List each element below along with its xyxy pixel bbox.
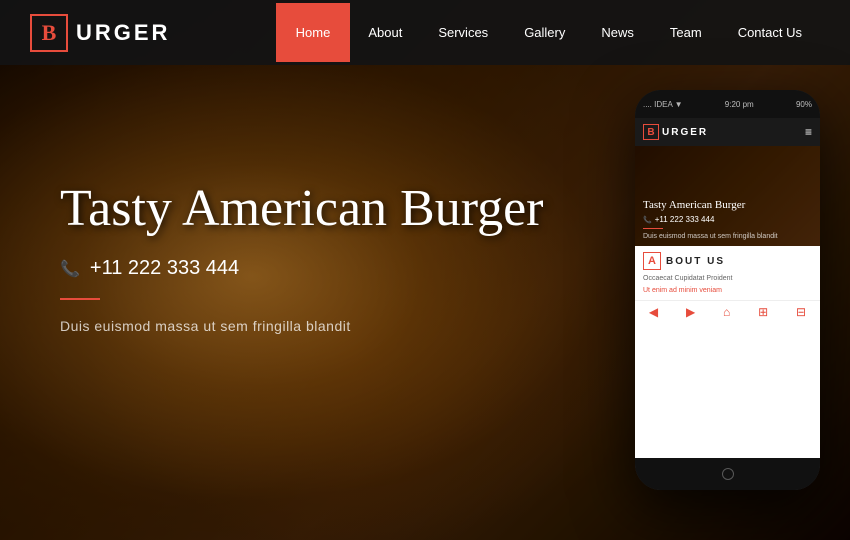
phone-logo-name: URGER [662,127,708,138]
hero-phone-number: +11 222 333 444 [90,257,239,280]
nav-team[interactable]: Team [652,3,720,62]
nav-contact[interactable]: Contact Us [720,3,820,62]
phone-bottom-bar [635,458,820,490]
phone-logo-box: B [643,124,659,140]
hero-divider [60,298,100,300]
phone-hero-title: Tasty American Burger [643,198,812,212]
phone-navbar: B URGER ≡ [635,118,820,146]
phone-bottom-nav: ◀ ▶ ⌂ ⊞ ⊟ [635,300,820,323]
hero-content: Tasty American Burger 📞 +11 222 333 444 … [60,180,544,334]
phone-about-section: A BOUT US Occaecat Cupidatat Proident Ut… [635,246,820,300]
phone-hero-phone-icon: 📞 [643,216,652,224]
phone-mockup: .... IDEA ▼ 9:20 pm 90% B URGER ≡ Tasty … [635,90,820,490]
phone-hero-phone: 📞 +11 222 333 444 [643,215,812,224]
nav-home[interactable]: Home [276,3,351,62]
phone-logo-letter: B [647,127,654,138]
phone-screen: B URGER ≡ Tasty American Burger 📞 +11 22… [635,118,820,458]
phone-logo: B URGER [643,124,708,140]
nav-news[interactable]: News [583,3,652,62]
nav-services[interactable]: Services [420,3,506,62]
phone-hero-phone-number: +11 222 333 444 [655,215,715,224]
phone-nav-tabs[interactable]: ⊟ [796,305,806,319]
phone-hero-subtitle: Duis euismod massa ut sem fringilla blan… [643,233,812,240]
hero-title: Tasty American Burger [60,180,544,237]
phone-about-title: BOUT US [666,256,725,267]
phone-battery: 90% [796,100,812,109]
phone-status-bar: .... IDEA ▼ 9:20 pm 90% [635,90,820,118]
nav-gallery[interactable]: Gallery [506,3,583,62]
phone-about-letter: A [648,255,656,267]
phone-about-title-row: A BOUT US [643,252,812,270]
phone-hero: Tasty American Burger 📞 +11 222 333 444 … [635,146,820,246]
phone-about-highlight: Ut enim ad minim veniam [643,287,812,294]
logo[interactable]: B URGER [30,14,170,52]
phone-hero-divider [643,228,663,229]
phone-hamburger-icon[interactable]: ≡ [805,125,812,139]
phone-about-a-box: A [643,252,661,270]
phone-carrier: .... IDEA ▼ [643,100,682,109]
phone-nav-back[interactable]: ◀ [649,305,658,319]
hero-phone-row: 📞 +11 222 333 444 [60,257,544,280]
phone-nav-grid[interactable]: ⊞ [758,305,768,319]
phone-home-button[interactable] [722,468,734,480]
logo-name: URGER [76,20,170,46]
logo-b-box: B [30,14,68,52]
nav-about[interactable]: About [350,3,420,62]
phone-hero-overlay [635,146,820,246]
navbar: B URGER Home About Services Gallery News… [0,0,850,65]
hero-subtitle: Duis euismod massa ut sem fringilla blan… [60,318,544,334]
nav-links: Home About Services Gallery News Team Co… [276,3,820,62]
phone-time: 9:20 pm [725,100,754,109]
phone-about-subtitle: Occaecat Cupidatat Proident [643,274,812,284]
phone-nav-home[interactable]: ⌂ [723,305,730,319]
phone-nav-forward[interactable]: ▶ [686,305,695,319]
logo-letter: B [42,20,57,46]
phone-icon: 📞 [60,259,80,279]
